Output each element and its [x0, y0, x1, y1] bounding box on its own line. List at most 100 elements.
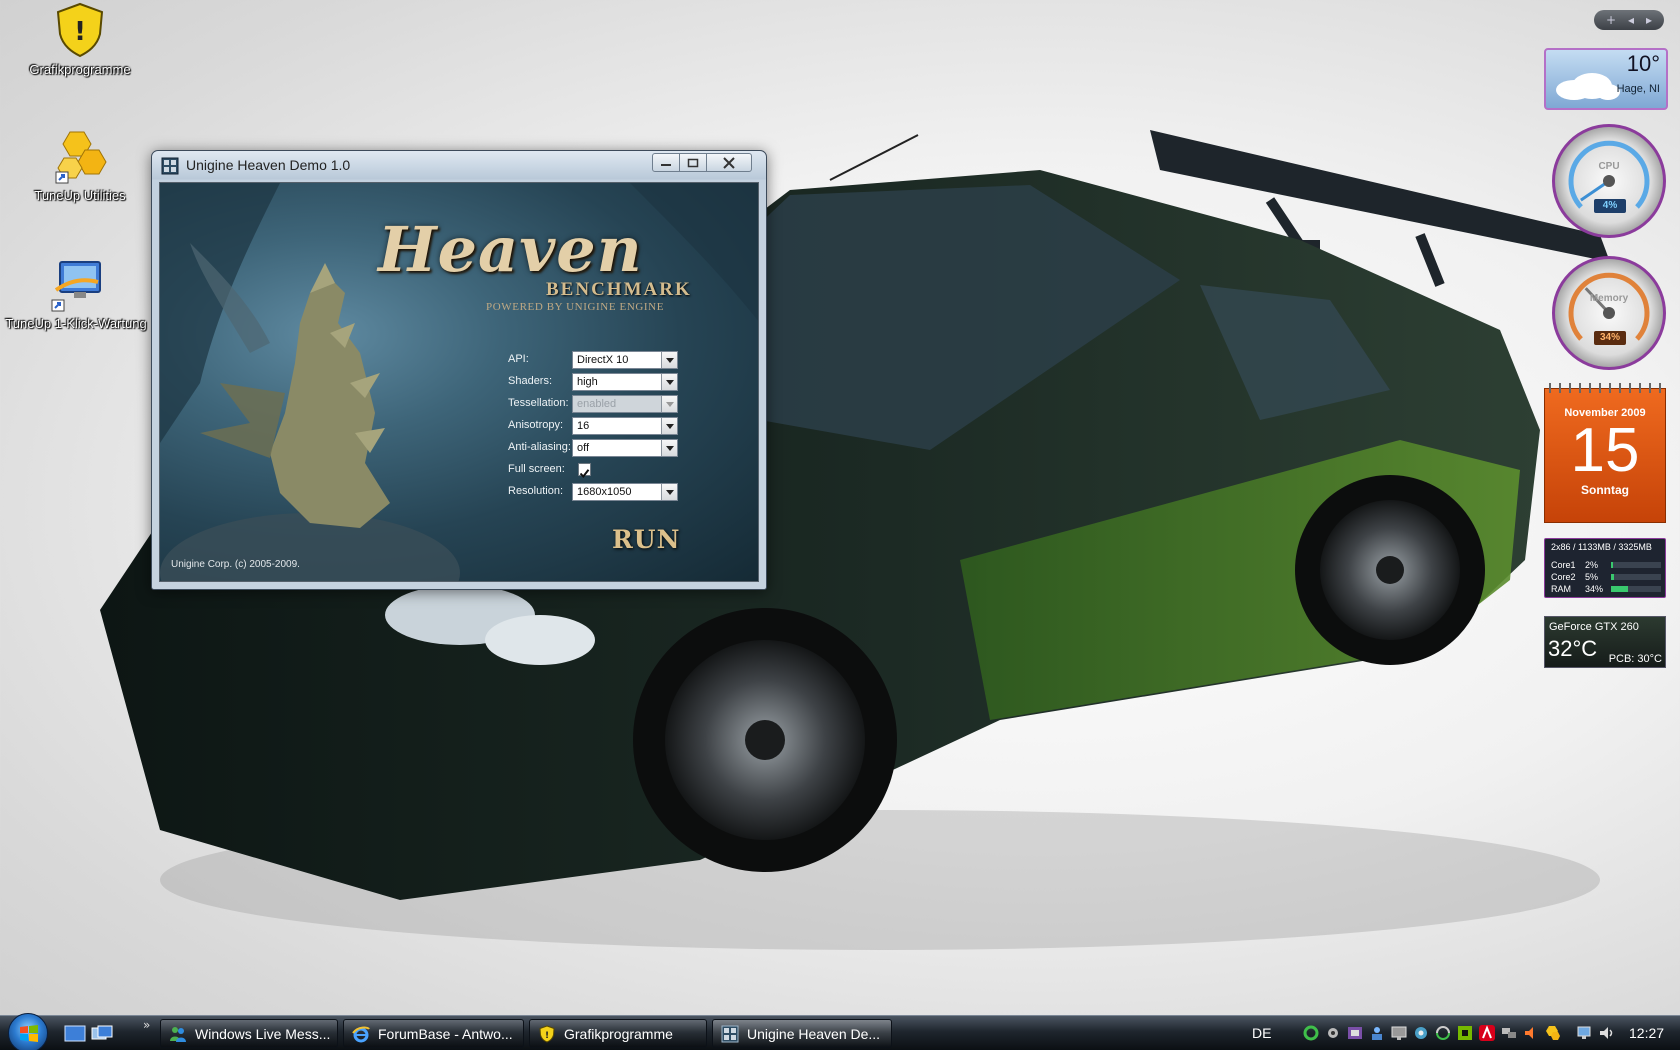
sysmon-row-name: Core2	[1551, 572, 1576, 582]
run-button[interactable]: RUN	[612, 525, 680, 554]
heaven-app-icon	[161, 157, 179, 175]
dropdown-arrow-icon	[661, 374, 677, 390]
tray-connection-icon[interactable]	[1500, 1024, 1518, 1042]
option-label: Resolution:	[508, 485, 564, 497]
sysmon-header: 2x86 / 1133MB / 3325MB	[1551, 542, 1652, 552]
gpu-pcb-temperature: PCB: 30°C	[1608, 653, 1662, 665]
switch-windows-icon[interactable]	[91, 1025, 113, 1042]
checkmark-icon	[579, 469, 590, 479]
memory-gauge-dial	[1568, 272, 1650, 341]
taskbar-button-forumbase[interactable]: ForumBase - Antwo...	[343, 1019, 524, 1048]
sysmon-bar	[1611, 586, 1661, 592]
svg-text:!: !	[545, 1031, 549, 1041]
language-indicator[interactable]: DE	[1252, 1025, 1271, 1041]
copyright-text: Unigine Corp. (c) 2005-2009.	[171, 559, 300, 570]
maximize-icon	[687, 158, 699, 167]
option-label: Shaders:	[508, 375, 553, 387]
anisotropy-select[interactable]: 16	[572, 417, 678, 435]
close-icon	[723, 156, 735, 169]
tray-settings-icon[interactable]	[1412, 1024, 1430, 1042]
tessellation-select: enabled	[572, 395, 678, 413]
heaven-launcher-window: Unigine Heaven Demo 1.0 Heaven BENCHMARK…	[151, 150, 767, 590]
taskbar-button-label: ForumBase - Antwo...	[378, 1026, 513, 1042]
option-label: Anisotropy:	[508, 419, 564, 431]
dropdown-arrow-icon	[661, 418, 677, 434]
option-tessellation: Tessellation: enabled	[508, 395, 682, 413]
tray-monitor-icon[interactable]	[1390, 1024, 1408, 1042]
desktop-icon-tuneup-1-klick[interactable]: TuneUp 1-Klick-Wartung	[0, 256, 156, 331]
tray-network-icon[interactable]	[1576, 1024, 1594, 1042]
shaders-select[interactable]: high	[572, 373, 678, 391]
tray-sync-icon[interactable]	[1434, 1024, 1452, 1042]
calendar-gadget[interactable]: November 2009 15 Sonntag	[1544, 383, 1666, 523]
memory-gauge-value: 34%	[1594, 331, 1626, 345]
sysmon-row-value: 2%	[1585, 560, 1599, 570]
taskbar-button-messenger[interactable]: Windows Live Mess...	[160, 1019, 338, 1048]
cpu-gauge-value: 4%	[1594, 199, 1626, 213]
desktop-icon-label: TuneUp Utilities	[34, 188, 126, 203]
minimize-button[interactable]	[652, 153, 680, 172]
taskbar: » Windows Live Mess... ForumBase - Antwo…	[0, 1013, 1680, 1050]
memory-meter-gadget[interactable]: Memory 34%	[1552, 256, 1666, 370]
sysmon-row: Core2 5%	[1551, 572, 1661, 583]
cpu-meter-gadget[interactable]: CPU 4%	[1552, 124, 1666, 238]
maximize-button[interactable]	[679, 153, 707, 172]
tray-app-icon[interactable]	[1346, 1024, 1364, 1042]
option-resolution: Resolution: 1680x1050	[508, 483, 682, 501]
dropdown-arrow-icon	[661, 352, 677, 368]
tray-volume-icon[interactable]	[1598, 1024, 1616, 1042]
weather-gadget[interactable]: 10° Hage, NI	[1544, 48, 1668, 110]
shield-warning-icon: !	[539, 1025, 555, 1043]
sysmon-bar-fill	[1611, 574, 1614, 580]
messenger-icon	[170, 1027, 186, 1042]
antialiasing-select[interactable]: off	[572, 439, 678, 457]
sidebar-add-button[interactable]: +	[1606, 13, 1616, 27]
show-desktop-icon[interactable]	[64, 1025, 86, 1042]
close-button[interactable]	[706, 153, 752, 172]
sysmon-bar	[1611, 562, 1661, 568]
sysmon-bar-fill	[1611, 586, 1628, 592]
tray-nvidia-icon[interactable]	[1456, 1024, 1474, 1042]
tray-refresh-icon[interactable]	[1302, 1024, 1320, 1042]
weather-temperature: 10°	[1626, 51, 1660, 76]
taskbar-button-heaven[interactable]: Unigine Heaven De...	[712, 1019, 892, 1048]
gpu-temp-gadget[interactable]: GeForce GTX 260 32°C PCB: 30°C	[1544, 616, 1666, 668]
tray-gear-icon[interactable]	[1324, 1024, 1342, 1042]
svg-text:!: !	[74, 17, 86, 47]
start-button[interactable]	[8, 1013, 48, 1050]
system-tray	[1302, 1024, 1632, 1044]
taskbar-button-grafikprogramme[interactable]: ! Grafikprogramme	[529, 1019, 707, 1048]
desktop-icon-grafikprogramme[interactable]: ! Grafikprogramme	[0, 2, 160, 77]
tray-network-user-icon[interactable]	[1368, 1024, 1386, 1042]
sysmon-row: Core1 2%	[1551, 560, 1661, 571]
dropdown-arrow-icon	[661, 440, 677, 456]
monitor-shortcut-icon	[51, 261, 101, 312]
tray-tuneup-icon[interactable]	[1544, 1024, 1562, 1042]
api-select[interactable]: DirectX 10	[572, 351, 678, 369]
shield-warning-icon: !	[56, 2, 104, 58]
option-label: Anti-aliasing:	[508, 441, 571, 453]
taskbar-clock[interactable]: 12:27	[1629, 1025, 1664, 1041]
option-label: API:	[508, 353, 529, 365]
resolution-select[interactable]: 1680x1050	[572, 483, 678, 501]
desktop-icon-tuneup-utilities[interactable]: TuneUp Utilities	[0, 128, 160, 203]
heaven-logo-subtitle: BENCHMARK	[546, 279, 692, 300]
tray-avira-icon[interactable]	[1478, 1024, 1496, 1042]
tray-speaker-icon[interactable]	[1522, 1024, 1540, 1042]
sidebar-prev-button[interactable]: ◂	[1628, 13, 1634, 27]
heaven-logo-title: Heaven	[378, 213, 643, 286]
system-monitor-gadget[interactable]: 2x86 / 1133MB / 3325MB Core1 2% Core2 5%…	[1544, 538, 1666, 598]
sysmon-bar-fill	[1611, 562, 1613, 568]
gpu-name: GeForce GTX 260	[1549, 621, 1639, 633]
dropdown-arrow-icon	[661, 396, 677, 412]
option-fullscreen: Full screen:	[508, 461, 682, 479]
minimize-icon	[661, 163, 671, 166]
taskbar-button-label: Windows Live Mess...	[195, 1026, 331, 1042]
quicklaunch-more-button[interactable]: »	[143, 1018, 150, 1032]
cpu-gauge-label: CPU	[1598, 161, 1620, 172]
desktop-icon-label: TuneUp 1-Klick-Wartung	[5, 316, 147, 331]
fullscreen-checkbox[interactable]	[578, 463, 591, 479]
option-shaders: Shaders: high	[508, 373, 682, 391]
sidebar-next-button[interactable]: ▸	[1646, 13, 1652, 27]
sysmon-bar	[1611, 574, 1661, 580]
